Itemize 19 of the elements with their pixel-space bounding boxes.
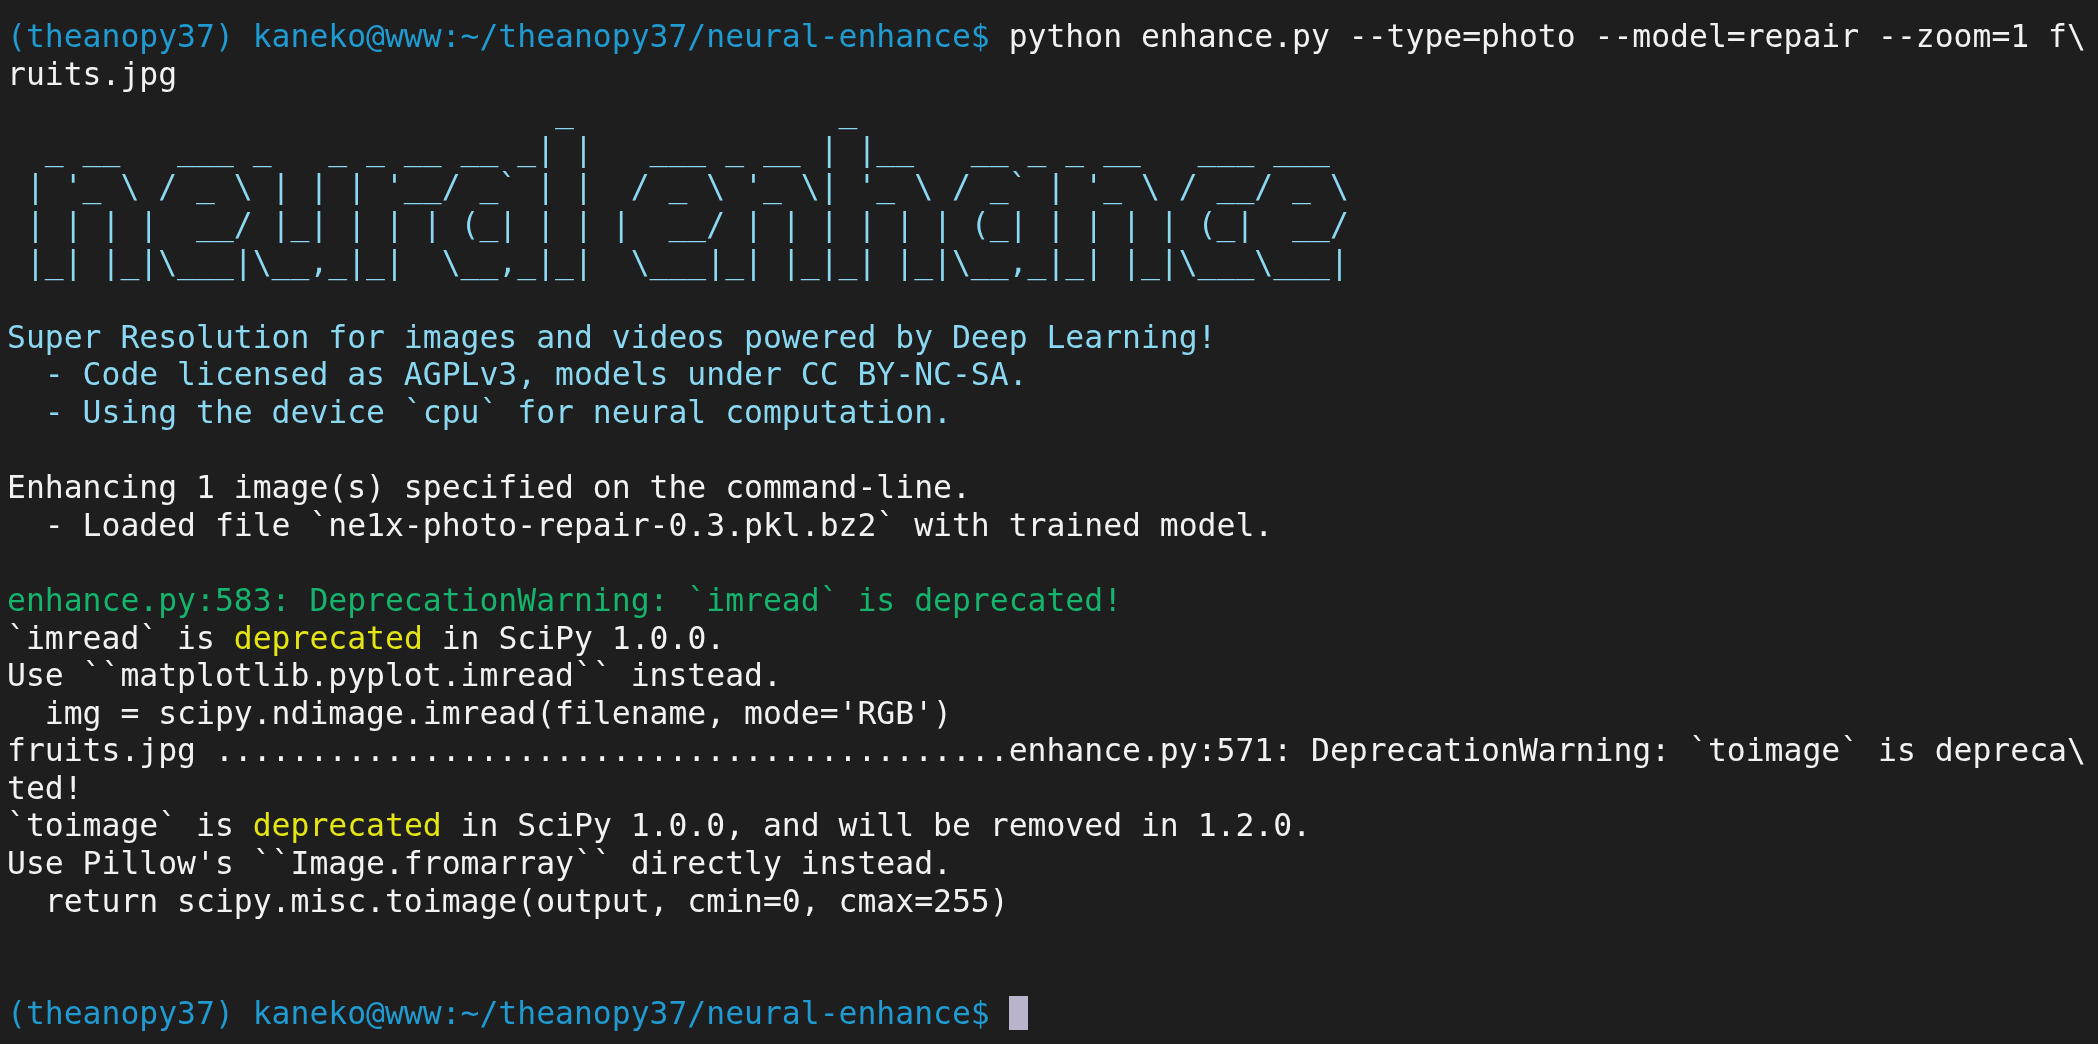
output-line: - Code licensed as AGPLv3, models under CC BY-NC-SA.	[43, 356, 1028, 394]
output-line: Super Resolution for images and videos powered by Deep Learning!	[7, 318, 1217, 357]
output-line: `toimage` is deprecated in SciPy 1.0.0, and will be removed in 1.2.0.	[7, 807, 1312, 846]
output-line: - Loaded file `ne1x-photo-repair-0.3.pkl.bz2` with trained model.	[43, 506, 1274, 545]
output-line: - Using the device `cpu` for neural computation.	[43, 393, 952, 432]
output-line: enhance.py:583: DeprecationWarning: `imread` is deprecated!	[7, 581, 1123, 620]
output-line: ruits.jpg	[7, 55, 178, 94]
shell-prompt: (theanopy37) kaneko@www:~/theanopy37/neural-enhance$	[7, 995, 990, 1032]
ascii-art-text: _ _ _ __ ___ _ _ _ __ __ _| | ___ _ __ | |__ __ _ _ __ ___ ___ | '_ \ / _ \ | | | '__/ _` | | / _ \ '_ \| '_ \ / _` | '_ \ / __/ _ \ | | | | __/ |_| | | | (_| | | | __/ | | | | | | (_| | | | | (_| __/ |_| |_|\___|\__,_|_| \__,_|_| \___|_| |_|_| |_|\__,_|_| |_|\___\___|	[24, 93, 1349, 282]
shell-prompt: (theanopy37) kaneko@www:~/theanopy37/neural-enhance$	[7, 18, 990, 54]
output-line: return scipy.misc.toimage(output, cmin=0, cmax=255)	[43, 882, 1009, 921]
output-line: `imread` is deprecated in SciPy 1.0.0.	[7, 619, 726, 658]
output-line: Use Pillow's ``Image.fromarray`` directly instead.	[7, 845, 952, 883]
output-line: Enhancing 1 image(s) specified on the command-line.	[7, 469, 971, 507]
output-line: fruits.jpg ..........................................enhance.py:571: DeprecationWarning: `toimage` is depreca\	[7, 732, 2086, 770]
output-line: Use ``matplotlib.pyplot.imread`` instead.	[7, 657, 782, 695]
output-line: ted!	[7, 769, 83, 808]
command-text: python enhance.py --type=photo --model=repair --zoom=1 f\	[1008, 18, 2086, 54]
output-line: img = scipy.ndimage.imread(filename, mode='RGB')	[43, 694, 952, 733]
